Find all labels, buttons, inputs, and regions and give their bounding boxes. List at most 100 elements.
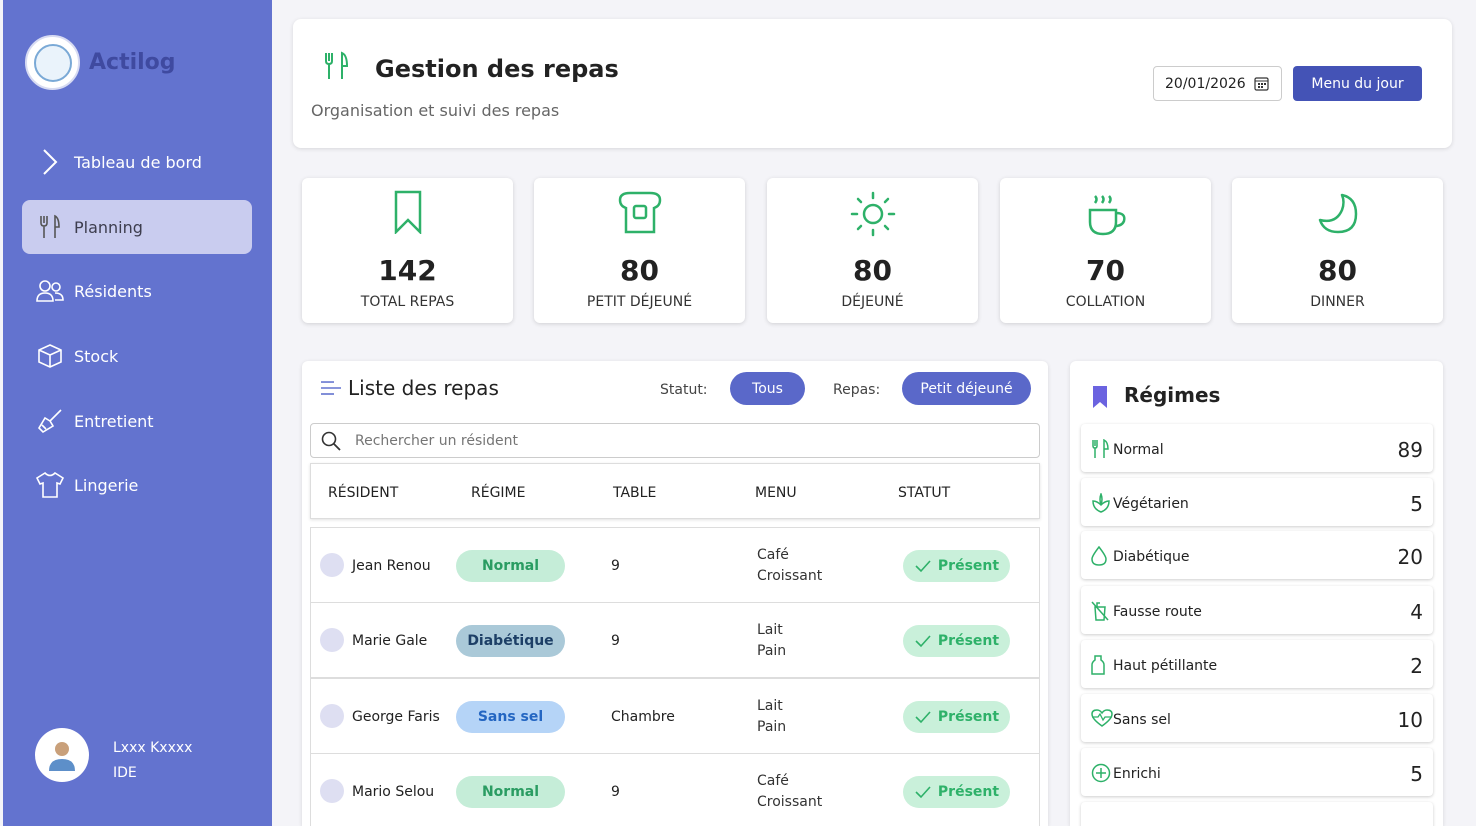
column-header-menu: MENU (755, 485, 797, 501)
user-name: Lxxx Kxxxx (113, 740, 193, 756)
regime-item-normal[interactable]: Normal 89 (1081, 424, 1433, 472)
bookmark-icon (1092, 385, 1108, 413)
calendar-icon (1254, 76, 1269, 95)
fork-knife-icon (1091, 438, 1109, 463)
search-icon (320, 430, 342, 456)
regime-item-diabetique[interactable]: Diabétique 20 (1081, 531, 1433, 579)
stat-card-total: 142 TOTAL REPAS (302, 178, 513, 323)
stat-card-collation: 70 COLLATION (1000, 178, 1211, 323)
repas-filter-label: Repas: (833, 382, 881, 398)
resident-name: Jean Renou (352, 558, 431, 574)
regime-name: Haut pétillante (1113, 658, 1218, 674)
stat-label: COLLATION (1065, 294, 1146, 310)
regime-count: 89 (1397, 438, 1423, 462)
avatar (320, 628, 344, 652)
regime-name: Fausse route (1113, 604, 1202, 620)
menu-value: Café Croissant (757, 547, 823, 584)
search-input[interactable] (355, 432, 955, 449)
avatar (320, 704, 344, 728)
table-value: 9 (611, 784, 620, 800)
drop-icon (1091, 545, 1107, 570)
check-icon (915, 786, 931, 799)
resident-name: Mario Selou (352, 784, 435, 800)
regime-item-fausse-route[interactable]: Fausse route 4 (1081, 586, 1433, 634)
regime-count: 5 (1410, 762, 1423, 786)
shirt-icon (30, 471, 70, 499)
user-role: IDE (113, 765, 137, 781)
regimes-panel: Régimes Normal 89 Végétarien 5 Diabétiqu… (1070, 361, 1443, 826)
check-icon (915, 711, 931, 724)
stat-card-dejeune: 80 DÉJEUNÉ (767, 178, 978, 323)
stat-value: 142 (378, 254, 437, 287)
page-header: Gestion des repas Organisation et suivi … (293, 19, 1452, 148)
meals-list-title: Liste des repas (348, 376, 499, 400)
sidebar-item-tableau-de-bord[interactable]: Tableau de bord (22, 135, 252, 189)
heart-pulse-icon (1091, 709, 1113, 731)
chevron-right-icon (30, 147, 70, 177)
regime-count: 5 (1410, 492, 1423, 516)
regime-badge: Sans sel (456, 701, 565, 733)
broom-icon (30, 408, 70, 434)
app-name: Actilog (89, 50, 176, 75)
status-badge: Présent (903, 625, 1010, 657)
sidebar-item-label: Planning (74, 217, 143, 237)
sidebar-item-label: Résidents (74, 281, 152, 301)
regime-item-haut-petillante[interactable]: Haut pétillante 2 (1081, 640, 1433, 688)
sidebar: Actilog Tableau de bord Planning Résiden… (3, 0, 272, 826)
regime-name: Végétarien (1113, 496, 1189, 512)
regime-name: Diabétique (1113, 549, 1190, 565)
regime-count: 4 (1410, 600, 1423, 624)
sidebar-item-label: Lingerie (74, 475, 139, 495)
bottle-icon (1091, 655, 1105, 679)
stat-value: 80 (620, 254, 659, 287)
fork-knife-icon (30, 214, 70, 240)
regime-badge: Normal (456, 550, 565, 582)
column-header-resident: RÉSIDENT (328, 485, 399, 501)
regimes-title: Régimes (1124, 383, 1221, 407)
regime-item-vegetarien[interactable]: Végétarien 5 (1081, 478, 1433, 526)
statut-filter-button[interactable]: Tous (730, 372, 805, 405)
box-icon (30, 343, 70, 369)
page-title: Gestion des repas (375, 55, 619, 83)
table-row[interactable]: Marie Gale Diabétique 9 Lait Pain Présent (310, 602, 1040, 678)
statut-filter-label: Statut: (660, 382, 708, 398)
stat-value: 80 (1318, 254, 1357, 287)
date-picker[interactable]: 20/01/2026 (1153, 66, 1282, 101)
regime-item-enrichi[interactable]: Enrichi 5 (1081, 748, 1433, 796)
bookmark-icon (302, 190, 513, 238)
sidebar-item-label: Tableau de bord (74, 152, 202, 172)
stat-card-petit-dejeune: 80 PETIT DÉJEUNÉ (534, 178, 745, 323)
app-logo (25, 35, 80, 90)
fork-knife-icon (323, 51, 349, 85)
sidebar-item-entretient[interactable]: Entretient (22, 394, 252, 448)
meals-list-panel: Liste des repas Statut: Tous Repas: Peti… (302, 361, 1048, 826)
regime-badge: Normal (456, 776, 565, 808)
menu-value: Café Croissant (757, 773, 823, 810)
moon-icon (1232, 190, 1443, 238)
regime-item-sans-sel[interactable]: Sans sel 10 (1081, 694, 1433, 742)
regime-badge: Diabétique (456, 625, 565, 657)
table-row[interactable]: George Faris Sans sel Chambre Lait Pain P… (310, 678, 1040, 754)
table-header: RÉSIDENT RÉGIME TABLE MENU STATUT (310, 463, 1040, 519)
table-row[interactable]: Mario Selou Normal 9 Café Croissant Prése… (310, 753, 1040, 826)
coffee-cup-icon (1000, 190, 1211, 238)
check-icon (915, 635, 931, 648)
column-header-regime: RÉGIME (471, 485, 526, 501)
avatar[interactable] (35, 728, 89, 782)
sidebar-item-planning[interactable]: Planning (22, 200, 252, 254)
column-header-statut: STATUT (898, 485, 951, 501)
regime-item-partial[interactable] (1081, 802, 1433, 826)
sidebar-item-residents[interactable]: Résidents (22, 264, 252, 318)
stat-value: 80 (853, 254, 892, 287)
resident-name: Marie Gale (352, 633, 428, 649)
table-row[interactable]: Jean Renou Normal 9 Café Croissant Présen… (310, 527, 1040, 603)
repas-filter-button[interactable]: Petit déjeuné (902, 372, 1031, 405)
regime-count: 10 (1397, 708, 1423, 732)
bread-icon (534, 190, 745, 238)
stat-label: TOTAL REPAS (360, 294, 455, 310)
sidebar-item-stock[interactable]: Stock (22, 329, 252, 383)
sidebar-item-lingerie[interactable]: Lingerie (22, 458, 252, 512)
leaf-icon (1091, 491, 1111, 517)
stat-value: 70 (1086, 254, 1125, 287)
menu-du-jour-button[interactable]: Menu du jour (1293, 66, 1422, 101)
